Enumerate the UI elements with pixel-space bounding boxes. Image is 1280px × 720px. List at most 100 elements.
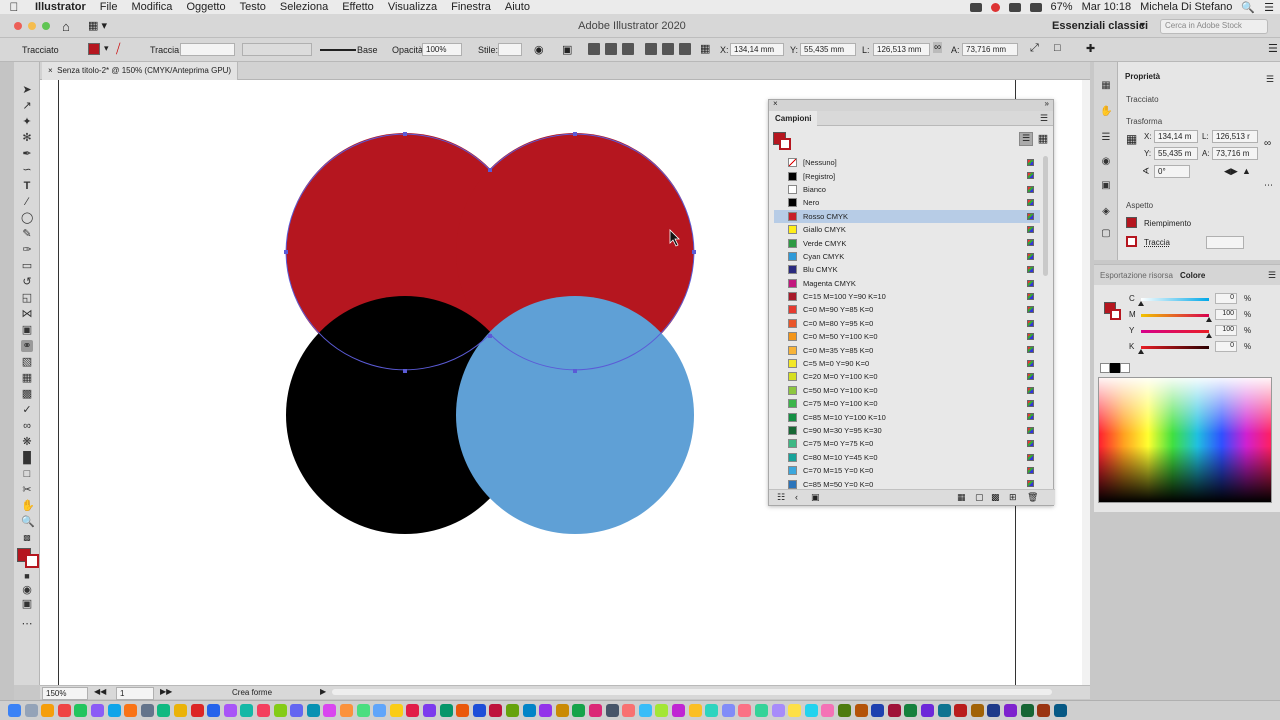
align-top-icon[interactable] [645,43,657,55]
menu-file[interactable]: File [93,1,125,13]
first-artboard-icon[interactable]: ◀◀ [94,687,106,696]
swatch-item[interactable]: C=85 M=10 Y=100 K=10 [774,410,1040,423]
prop-h-field[interactable]: 73,716 m [1212,147,1258,160]
workspace-chevron-icon[interactable]: ▾ [1140,20,1145,31]
prop-fill-swatch[interactable] [1126,217,1137,228]
channel-value-field[interactable]: 100 [1215,325,1237,336]
prop-stroke-weight[interactable] [1206,236,1244,249]
dock-app-icon[interactable] [323,704,337,717]
dock-app-icon[interactable] [1037,704,1051,717]
drawing-mode-icon[interactable]: ◉ [21,584,33,596]
dock-app-icon[interactable] [555,704,569,717]
dock-app-icon[interactable] [489,704,503,717]
mesh-tool-icon[interactable]: ▦ [21,372,33,384]
channel-slider[interactable] [1141,346,1209,349]
swatches-panel-header[interactable]: × » [769,99,1053,111]
slice-tool-icon[interactable]: ✂ [21,484,33,496]
dock-app-icon[interactable] [904,704,918,717]
free-transform-tool-icon[interactable]: ▣ [21,324,33,336]
stroke-panel-icon[interactable]: ☰ [1100,132,1112,144]
none-color-icon[interactable] [1100,363,1110,373]
fill-dropdown-icon[interactable]: ▾ [104,43,109,54]
swatch-item[interactable]: C=75 M=0 Y=75 K=0 [774,437,1040,450]
paintbrush-tool-icon[interactable]: ✎ [21,228,33,240]
line-tool-icon[interactable]: ∕ [21,196,33,208]
menu-testo[interactable]: Testo [233,1,273,13]
dock-app-icon[interactable] [107,704,121,717]
artboard-tool-icon[interactable]: □ [21,468,33,480]
properties-tab[interactable]: Proprietà [1118,70,1167,86]
stroke-weight-field[interactable] [180,43,235,56]
notification-icon[interactable] [990,2,1000,12]
battery-percent[interactable]: 67% [1051,1,1073,13]
dock-app-icon[interactable] [672,704,685,717]
vertical-scrollbar[interactable] [1082,80,1090,685]
swatch-item[interactable]: C=90 M=30 Y=95 K=30 [774,424,1040,437]
align-middle-icon[interactable] [662,43,674,55]
document-tab[interactable]: × Senza titolo-2* @ 150% (CMYK/Anteprima… [42,62,239,80]
height-field[interactable]: 73,716 mm [962,43,1018,56]
pen-tool-icon[interactable]: ✒ [21,148,33,160]
constrain-link-icon[interactable]: ∞ [1264,138,1271,149]
reference-point-icon[interactable]: ▦ [1126,132,1137,146]
prop-x-field[interactable]: 134,14 m [1154,130,1198,143]
brush-label[interactable]: Base [357,45,378,55]
prop-stroke-swatch[interactable] [1126,236,1137,247]
dropbox-icon[interactable] [1008,2,1021,12]
swatch-item[interactable]: C=0 M=90 Y=85 K=0 [774,303,1040,316]
dock-app-icon[interactable] [970,704,984,717]
slider-handle[interactable] [1138,301,1144,306]
swatch-item[interactable]: C=20 M=0 Y=100 K=0 [774,370,1040,383]
dock-app-icon[interactable] [937,704,951,717]
swatch-list-scrollbar[interactable] [1043,156,1048,276]
slider-handle[interactable] [1206,317,1212,322]
white-color-chip[interactable] [1120,363,1130,373]
dock-app-icon[interactable] [688,704,702,717]
adobe-stock-search[interactable]: Cerca in Adobe Stock [1160,19,1268,34]
dock-app-icon[interactable] [57,704,71,717]
more-transform-options-icon[interactable]: ⋯ [1264,180,1273,191]
color-mode-icon[interactable]: ■ [21,570,33,582]
channel-slider[interactable] [1141,330,1209,333]
blue-circle[interactable] [456,296,694,534]
dock-app-icon[interactable] [638,704,652,717]
swatch-item[interactable]: C=75 M=0 Y=100 K=0 [774,397,1040,410]
swatch-item[interactable]: Giallo CMYK [774,223,1040,236]
swatch-stroke-indicator[interactable] [779,138,791,150]
hand-tool-icon[interactable]: ✋ [21,500,35,512]
style-dropdown[interactable] [498,43,522,56]
swatch-item[interactable]: C=0 M=35 Y=85 K=0 [774,343,1040,356]
opacity-field[interactable]: 100% [422,43,462,56]
swatch-item[interactable]: C=50 M=0 Y=100 K=0 [774,384,1040,397]
swatch-item[interactable]: C=5 M=0 Y=90 K=0 [774,357,1040,370]
gradient-tool-icon[interactable]: ▩ [21,388,33,400]
properties-panel-icon[interactable]: ▦ [1100,80,1112,92]
slider-handle[interactable] [1206,333,1212,338]
swatch-item[interactable]: Rosso CMYK [774,209,1040,223]
prop-w-field[interactable]: 126,513 r [1212,130,1258,143]
dock-app-icon[interactable] [423,704,436,717]
selection-tool-icon[interactable]: ➤ [21,84,33,96]
slider-handle[interactable] [1138,349,1144,354]
channel-value-field[interactable]: 100 [1215,309,1237,320]
menu-app[interactable]: Illustrator [28,1,93,13]
dock-app-icon[interactable] [854,704,868,717]
dock-app-icon[interactable] [605,704,619,717]
flip-vertical-icon[interactable]: ▲ [1242,166,1251,176]
zoom-field[interactable]: 150% [42,687,88,700]
default-colors-icon[interactable]: ▩ [21,532,33,544]
swatch-item[interactable]: Magenta CMYK [774,277,1040,290]
dock-app-icon[interactable] [472,704,486,717]
show-options-icon[interactable]: ▢ [975,492,984,503]
dock-app-icon[interactable] [124,704,138,717]
dock-app-icon[interactable] [24,704,38,717]
swatch-item[interactable]: C=80 M=10 Y=45 K=0 [774,451,1040,464]
channel-value-field[interactable]: 0 [1215,293,1237,304]
thumbnail-view-icon[interactable]: ▦ [1036,132,1050,146]
dock-app-icon[interactable] [921,704,934,717]
rotate-tool-icon[interactable]: ↺ [21,276,33,288]
last-artboard-icon[interactable]: ▶▶ [160,687,172,696]
swatch-item[interactable]: C=70 M=15 Y=0 K=0 [774,464,1040,477]
x-field[interactable]: 134,14 mm [730,43,784,56]
rotate-angle-field[interactable]: 0° [1154,165,1190,178]
